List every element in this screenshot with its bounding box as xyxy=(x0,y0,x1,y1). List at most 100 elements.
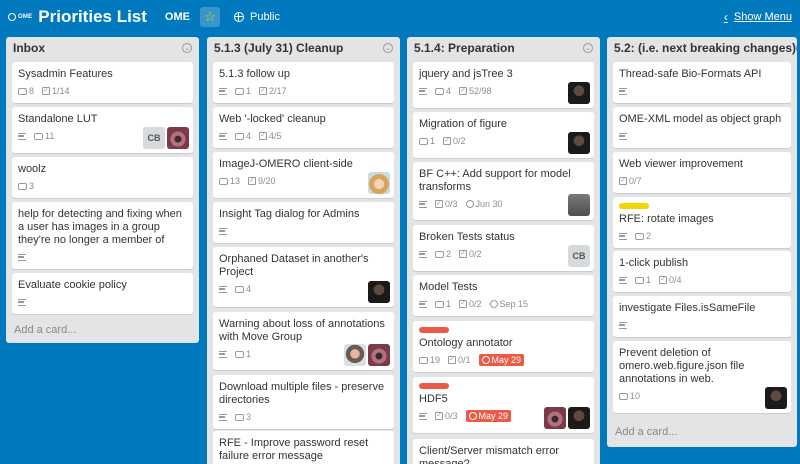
checklist-count: 0/4 xyxy=(669,275,682,285)
comment-icon xyxy=(635,276,644,284)
card[interactable]: ImageJ-OMERO client-side 13 ✓ 9/20 xyxy=(213,152,394,198)
comment-icon xyxy=(419,356,428,364)
card[interactable]: Orphaned Dataset in another's Project 4 xyxy=(213,247,394,307)
list-menu-icon[interactable]: ⌄ xyxy=(796,43,797,53)
checklist-icon: ✓ xyxy=(259,87,268,95)
comment-icon xyxy=(635,232,644,240)
clock-icon xyxy=(489,300,498,308)
card[interactable]: OME-XML model as object graph xyxy=(613,107,791,148)
card[interactable]: Broken Tests status 2 ✓ 0/2 CB xyxy=(413,225,594,271)
avatar[interactable] xyxy=(568,407,590,429)
avatar[interactable] xyxy=(368,172,390,194)
ome-logo[interactable]: OME xyxy=(8,13,32,21)
avatar[interactable] xyxy=(568,82,590,104)
avatar[interactable] xyxy=(344,344,366,366)
list-menu-icon[interactable]: ⌄ xyxy=(182,43,192,53)
list-5-1-3-cleanup: 5.1.3 (July 31) Cleanup ⌄ 5.1.3 follow u… xyxy=(207,37,400,464)
add-card-button[interactable]: Add a card... xyxy=(615,426,677,438)
avatar[interactable] xyxy=(368,344,390,366)
show-menu-label: Show Menu xyxy=(733,11,792,23)
comment-count: 1 xyxy=(246,349,252,359)
card[interactable]: woolz 3 xyxy=(12,157,193,198)
description-icon xyxy=(419,300,427,308)
description-icon xyxy=(219,413,227,421)
comment-count: 3 xyxy=(29,181,35,191)
list-menu-icon[interactable]: ⌄ xyxy=(383,43,393,53)
card[interactable]: Web viewer improvement ✓ 0/7 xyxy=(613,152,791,193)
avatar[interactable]: CB xyxy=(143,127,165,149)
card[interactable]: BF C++: Add support for model transforms… xyxy=(413,162,594,220)
list-menu-icon[interactable]: ⌄ xyxy=(583,43,593,53)
card-title: BF C++: Add support for model transforms xyxy=(419,168,571,193)
card-title: Migration of figure xyxy=(419,118,508,130)
card-title: Broken Tests status xyxy=(419,231,515,243)
description-icon xyxy=(619,87,627,95)
card-title: Sysadmin Features xyxy=(18,68,113,80)
clock-icon xyxy=(465,200,474,208)
board-title[interactable]: Priorities List xyxy=(38,7,147,27)
list-title[interactable]: 5.1.4: Preparation xyxy=(414,41,515,55)
card[interactable]: HDF5 ✓ 0/3 May 29 xyxy=(413,377,594,433)
card[interactable]: investigate Files.isSameFile xyxy=(613,296,791,337)
card-title: Web '-locked' cleanup xyxy=(219,113,326,125)
card-title: Model Tests xyxy=(419,281,478,293)
due-date: May 29 xyxy=(491,355,522,365)
comment-icon xyxy=(235,87,244,95)
card[interactable]: jquery and jsTree 3 4 ✓ 52/98 xyxy=(413,62,594,108)
card-title: 5.1.3 follow up xyxy=(219,68,290,80)
comment-count: 10 xyxy=(630,391,641,401)
checklist-count: 0/2 xyxy=(469,249,482,259)
card[interactable]: 1-click publish 1 ✓ 0/4 xyxy=(613,251,791,292)
list-title[interactable]: 5.1.3 (July 31) Cleanup xyxy=(214,41,343,55)
card[interactable]: Download multiple files - preserve direc… xyxy=(213,375,394,429)
card[interactable]: Model Tests 1 ✓ 0/2 Sep 15 xyxy=(413,275,594,316)
comment-count: 19 xyxy=(430,355,441,365)
comment-icon xyxy=(435,300,444,308)
list-title[interactable]: 5.2: (i.e. next breaking changes) xyxy=(614,41,796,55)
card-title: jquery and jsTree 3 xyxy=(419,68,513,80)
star-button[interactable]: ☆ xyxy=(199,7,220,27)
org-button[interactable]: OME xyxy=(159,8,196,26)
visibility-button[interactable]: Public xyxy=(228,8,286,26)
card[interactable]: Sysadmin Features 8 ✓ 1/14 xyxy=(12,62,193,103)
checklist-count: 52/98 xyxy=(469,86,492,96)
card[interactable]: Insight Tag dialog for Admins xyxy=(213,202,394,243)
card[interactable]: Thread-safe Bio-Formats API xyxy=(613,62,791,103)
description-icon xyxy=(619,232,627,240)
card[interactable]: Prevent deletion of omero.web.figure.jso… xyxy=(613,341,791,413)
checklist-icon: ✓ xyxy=(459,87,468,95)
card[interactable]: Ontology annotator 19 ✓ 0/1 May 29 xyxy=(413,321,594,372)
list-title[interactable]: Inbox xyxy=(13,41,45,55)
checklist-icon: ✓ xyxy=(42,87,51,95)
comment-icon xyxy=(435,87,444,95)
checklist-count: 0/3 xyxy=(445,199,458,209)
chevron-left-icon: ‹ xyxy=(723,10,728,24)
card[interactable]: help for detecting and fixing when a use… xyxy=(12,202,193,269)
avatar[interactable] xyxy=(167,127,189,149)
avatar[interactable]: CB xyxy=(568,245,590,267)
card[interactable]: Client/Server mismatch error message? xyxy=(413,439,594,464)
avatar[interactable] xyxy=(544,407,566,429)
card-title: RFE - Improve password reset failure err… xyxy=(219,437,369,462)
avatar[interactable] xyxy=(765,387,787,409)
avatar[interactable] xyxy=(568,132,590,154)
card-title: woolz xyxy=(18,163,47,175)
comment-icon xyxy=(235,413,244,421)
card[interactable]: RFE - Improve password reset failure err… xyxy=(213,431,394,464)
show-menu-button[interactable]: ‹ Show Menu xyxy=(724,10,792,24)
card[interactable]: Migration of figure 1 ✓ 0/2 xyxy=(413,112,594,158)
card-title: Client/Server mismatch error message? xyxy=(419,445,559,464)
globe-icon xyxy=(233,12,244,22)
comment-count: 2 xyxy=(646,231,652,241)
avatar[interactable] xyxy=(368,281,390,303)
card[interactable]: Warning about loss of annotations with M… xyxy=(213,312,394,370)
comment-count: 1 xyxy=(246,86,252,96)
avatar[interactable] xyxy=(568,194,590,216)
card[interactable]: Standalone LUT 11 CB xyxy=(12,107,193,153)
card[interactable]: Evaluate cookie policy xyxy=(12,273,193,314)
card[interactable]: 5.1.3 follow up 1 ✓ 2/17 xyxy=(213,62,394,103)
comment-count: 1 xyxy=(430,136,436,146)
card[interactable]: Web '-locked' cleanup 4 ✓ 4/5 xyxy=(213,107,394,148)
card[interactable]: RFE: rotate images 2 xyxy=(613,197,791,248)
add-card-button[interactable]: Add a card... xyxy=(14,324,76,336)
